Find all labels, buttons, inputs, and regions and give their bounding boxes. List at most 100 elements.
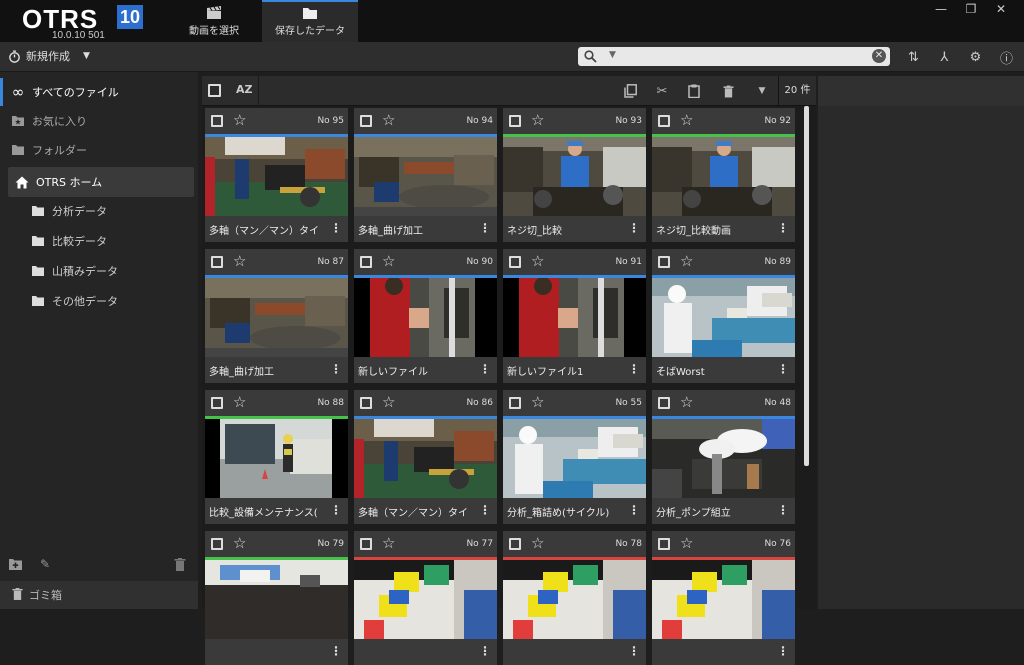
file-card[interactable]: ☆ No 91 新しいファイル1 ⋮ [503, 249, 646, 383]
star-icon[interactable]: ☆ [382, 534, 395, 552]
minimize-icon[interactable]: — [926, 2, 956, 16]
star-icon[interactable]: ☆ [531, 252, 544, 270]
video-thumbnail[interactable] [354, 560, 497, 639]
video-thumbnail[interactable] [503, 278, 646, 357]
sidebar-item-comparison-data[interactable]: 比較データ [20, 227, 198, 255]
star-icon[interactable]: ☆ [233, 111, 246, 129]
tab-saved-data[interactable]: 保存したデータ [262, 0, 358, 42]
file-card[interactable]: ☆ No 87 多軸_曲げ加工 ⋮ [205, 249, 348, 383]
card-checkbox[interactable] [509, 397, 521, 409]
file-card[interactable]: ☆ No 93 ネジ切_比較 ⋮ [503, 108, 646, 242]
more-options-icon[interactable]: ⋮ [777, 221, 789, 235]
star-icon[interactable]: ☆ [382, 111, 395, 129]
select-all-checkbox[interactable] [208, 84, 221, 97]
video-thumbnail[interactable] [205, 560, 348, 639]
card-checkbox[interactable] [509, 256, 521, 268]
more-options-icon[interactable]: ⋮ [330, 644, 342, 658]
more-options-icon[interactable]: ⋮ [330, 362, 342, 376]
more-options-icon[interactable]: ⋮ [479, 503, 491, 517]
more-options-icon[interactable]: ⋮ [479, 221, 491, 235]
video-thumbnail[interactable] [652, 137, 795, 216]
card-checkbox[interactable] [658, 538, 670, 550]
card-checkbox[interactable] [211, 397, 223, 409]
file-card[interactable]: ☆ No 79 ⋮ [205, 531, 348, 665]
card-checkbox[interactable] [211, 256, 223, 268]
search-icon[interactable] [584, 50, 597, 63]
file-card[interactable]: ☆ No 95 多軸（マン／マン）タイ ⋮ [205, 108, 348, 242]
more-options-icon[interactable]: ⋮ [628, 362, 640, 376]
sidebar-item-analysis-data[interactable]: 分析データ [20, 197, 198, 225]
more-options-icon[interactable]: ⋮ [330, 503, 342, 517]
star-icon[interactable]: ☆ [680, 111, 693, 129]
close-icon[interactable]: ✕ [986, 2, 1016, 16]
video-thumbnail[interactable] [205, 419, 348, 498]
card-checkbox[interactable] [658, 115, 670, 127]
file-card[interactable]: ☆ No 89 そばWorst ⋮ [652, 249, 795, 383]
file-card[interactable]: ☆ No 48 分析_ポンプ組立 ⋮ [652, 390, 795, 524]
card-checkbox[interactable] [360, 538, 372, 550]
paste-icon[interactable] [684, 81, 704, 101]
file-card[interactable]: ☆ No 92 ネジ切_比較動画 ⋮ [652, 108, 795, 242]
info-icon[interactable]: ⓘ [991, 42, 1022, 72]
star-icon[interactable]: ☆ [531, 111, 544, 129]
sort-az-button[interactable]: AZ [236, 83, 253, 96]
video-thumbnail[interactable] [205, 278, 348, 357]
file-card[interactable]: ☆ No 90 新しいファイル ⋮ [354, 249, 497, 383]
card-checkbox[interactable] [211, 538, 223, 550]
sidebar-item-trash[interactable]: ゴミ箱 [0, 581, 198, 609]
video-thumbnail[interactable] [503, 419, 646, 498]
star-icon[interactable]: ☆ [233, 534, 246, 552]
restore-icon[interactable]: ❐ [956, 2, 986, 16]
file-card[interactable]: ☆ No 94 多軸_曲げ加工 ⋮ [354, 108, 497, 242]
video-thumbnail[interactable] [503, 137, 646, 216]
video-thumbnail[interactable] [354, 278, 497, 357]
card-checkbox[interactable] [360, 256, 372, 268]
cut-icon[interactable]: ✂ [652, 81, 672, 101]
star-icon[interactable]: ☆ [680, 534, 693, 552]
add-folder-icon[interactable] [8, 558, 23, 574]
copy-icon[interactable] [620, 81, 640, 101]
file-card[interactable]: ☆ No 77 ⋮ [354, 531, 497, 665]
video-thumbnail[interactable] [205, 137, 348, 216]
file-card[interactable]: ☆ No 78 ⋮ [503, 531, 646, 665]
file-card[interactable]: ☆ No 55 分析_箱詰め(サイクル) ⋮ [503, 390, 646, 524]
sort-icon[interactable]: ⇅ [898, 42, 929, 72]
more-options-icon[interactable]: ⋮ [777, 503, 789, 517]
card-checkbox[interactable] [360, 397, 372, 409]
merge-icon[interactable]: ⅄ [929, 42, 960, 72]
sidebar-item-favorites[interactable]: お気に入り [0, 107, 198, 135]
star-icon[interactable]: ☆ [233, 252, 246, 270]
video-thumbnail[interactable] [354, 419, 497, 498]
video-thumbnail[interactable] [354, 137, 497, 216]
sidebar-item-otrs-home[interactable]: OTRS ホーム [8, 167, 194, 197]
star-icon[interactable]: ☆ [382, 393, 395, 411]
more-options-icon[interactable]: ⋮ [479, 362, 491, 376]
search-input[interactable] [624, 49, 854, 64]
more-options-icon[interactable]: ⋮ [777, 644, 789, 658]
card-checkbox[interactable] [360, 115, 372, 127]
gear-icon[interactable]: ⚙ [960, 42, 991, 72]
edit-pencil-icon[interactable]: ✎ [40, 557, 50, 571]
video-thumbnail[interactable] [652, 278, 795, 357]
dropdown-icon[interactable]: ▼ [752, 81, 772, 101]
card-checkbox[interactable] [509, 115, 521, 127]
star-icon[interactable]: ☆ [680, 393, 693, 411]
new-create-button[interactable]: 新規作成 ▼ [8, 48, 90, 64]
more-options-icon[interactable]: ⋮ [330, 221, 342, 235]
card-checkbox[interactable] [658, 256, 670, 268]
video-thumbnail[interactable] [652, 419, 795, 498]
more-options-icon[interactable]: ⋮ [777, 362, 789, 376]
star-icon[interactable]: ☆ [680, 252, 693, 270]
star-icon[interactable]: ☆ [233, 393, 246, 411]
search-dropdown-icon[interactable]: ▼ [609, 50, 616, 60]
sidebar-item-stacked-data[interactable]: 山積みデータ [20, 257, 198, 285]
star-icon[interactable]: ☆ [531, 393, 544, 411]
sidebar-item-other-data[interactable]: その他データ [20, 287, 198, 315]
file-card[interactable]: ☆ No 88 比較_設備メンテナンス(⋮ [205, 390, 348, 524]
sidebar-item-folders[interactable]: フォルダー [0, 136, 198, 164]
card-checkbox[interactable] [211, 115, 223, 127]
sidebar-item-all-files[interactable]: ∞ すべてのファイル [0, 78, 198, 106]
file-card[interactable]: ☆ No 76 ⋮ [652, 531, 795, 665]
more-options-icon[interactable]: ⋮ [479, 644, 491, 658]
more-options-icon[interactable]: ⋮ [628, 221, 640, 235]
